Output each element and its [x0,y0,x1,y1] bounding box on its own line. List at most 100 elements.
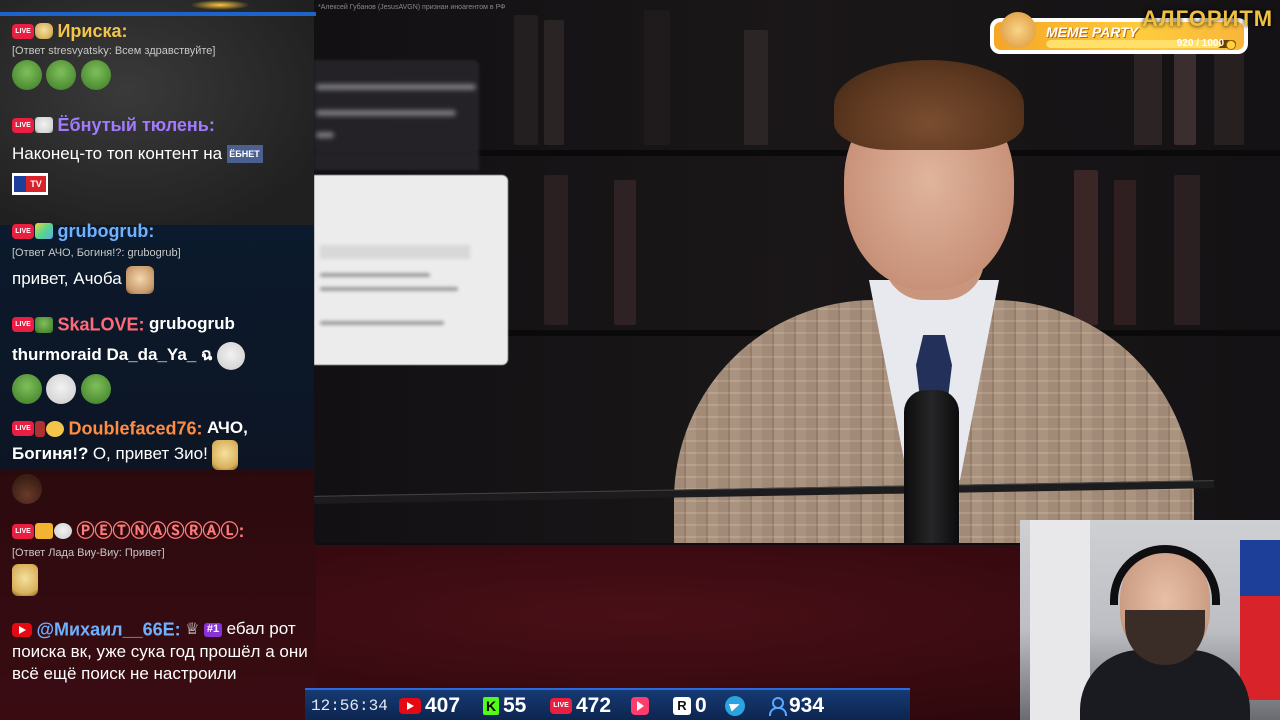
chat-reply: [Ответ Лада Виу-Виу: Привет] [12,546,165,559]
chat-reply: [Ответ АЧО, Богиня!?: grubogrub] [12,246,181,259]
kick-viewer-count: 55 [503,694,527,717]
blurred-text-line [316,132,334,138]
youtube-icon [399,698,421,714]
chat-message: LIVE Ириска: [Ответ stresvyatsky: Всем з… [12,20,308,91]
cat-icon [35,23,53,40]
chat-nick[interactable]: Doublefaced76: [68,419,202,439]
bottle-icon [35,420,45,437]
youtube-viewer-count: 407 [425,694,461,717]
frog-emote-icon [12,374,42,405]
chat-text: thurmoraid Da_da_Ya_ ฉ [12,345,213,365]
chat-nick[interactable]: ⓅⒺⓉⓃⒶⓈⓇⒶⓁ: [76,521,244,541]
chat-nick[interactable]: Ириска: [57,21,127,41]
frog-emote-icon [80,60,111,91]
rank-badge: #1 [203,622,223,637]
vk-viewers: LIVE 472 [550,694,611,718]
rutube-viewers: R 0 [673,694,707,718]
total-viewers: 934 [767,694,824,718]
play-icon [631,697,649,715]
chat-message: @Михаил__66E: ♕ #1 ебал рот поиска вк, у… [12,618,308,685]
book [544,175,568,325]
video-player[interactable]: *Алексей Губанов (JesusAVGN) признан ино… [314,0,1280,543]
skull-icon [54,523,72,540]
smile-icon [46,420,64,437]
cat-emote-icon [212,440,239,471]
doge-icon [1000,12,1036,48]
vk-viewer-count: 472 [576,694,612,717]
foreign-agent-notice: *Алексей Губанов (JesusAVGN) признан ино… [318,4,506,11]
rainbow-icon [35,223,53,240]
blurred-card [314,60,479,170]
vk-live-badge: LIVE [12,523,34,539]
santa-emote-icon [12,474,42,505]
wojak-emote-icon [217,342,245,371]
total-viewer-count: 934 [789,694,825,717]
presenter [314,30,1215,543]
seal-icon [35,117,53,134]
book [544,20,564,145]
blurred-text-line [320,245,470,259]
headset-icon [1110,545,1220,605]
vk-live-badge: LIVE [12,23,34,39]
streamer [1080,540,1250,720]
telegram-icon [725,696,745,716]
telegram-item [725,694,745,718]
vk-live-badge: LIVE [12,223,34,239]
vk-live-badge: LIVE [12,317,34,333]
chat-mention: grubogrub [148,314,235,333]
chat-message: LIVE Doublefaced76: АЧО, Богиня!? О, при… [12,417,308,505]
chat-nick[interactable]: @Михаил__66E: [36,620,180,640]
frog-emote-icon [12,60,42,91]
mtv-emote-icon: TV [12,172,48,195]
blurred-text-line [320,273,430,277]
beer-icon [35,523,53,540]
book [514,15,538,145]
book [614,180,636,325]
frog-emote-icon [80,374,111,405]
chat-text: О, привет Зио! [92,444,208,464]
blurred-text-line [316,84,476,90]
microphone [904,390,959,543]
youtube-viewers: 407 [399,694,460,718]
frog-icon [35,316,53,333]
ebnet-emote: ЁБНЕТ [226,145,263,164]
kick-viewers: K 55 [483,694,526,718]
blurred-text-line [316,110,456,116]
user-icon [767,696,787,716]
blurred-white-card [314,175,508,365]
blurred-text-line [320,321,444,325]
chat-message: LIVE grubogrub: [Ответ АЧО, Богиня!?: gr… [12,220,308,295]
wojak-emote-icon [46,374,77,405]
blurred-text-line [320,287,458,291]
streamer-webcam [1020,520,1280,720]
chat-reply: [Ответ stresvyatsky: Всем здравствуйте] [12,44,216,57]
chat-text: привет, Ачоба [12,269,122,289]
chat-message: LIVE ⓅⒺⓉⓃⒶⓈⓇⒶⓁ: [Ответ Лада Виу-Виу: При… [12,520,308,597]
vk-live-badge: LIVE [12,117,34,133]
rutube-icon: R [673,697,691,715]
chat-message: LIVE SkaLOVE: grubogrub thurmoraid Da_da… [12,313,308,405]
algorithm-logo: АЛГОРИТМ [1142,6,1274,31]
vk-live-badge: LIVE [12,421,34,437]
crown-icon: ♕ [185,620,200,638]
stream-time-value: 12:56:34 [311,697,388,715]
chat-nick[interactable]: grubogrub: [57,221,154,241]
presenter-hair [834,60,1024,150]
chat-nick[interactable]: SkaLOVE: [57,315,144,335]
meme-party-title: MEME PARTY [1046,24,1139,40]
chat-panel[interactable]: LIVE Ириска: [Ответ stresvyatsky: Всем з… [0,0,316,720]
youtube-badge-icon [12,622,32,637]
meme-party-count: 920 / 1000 [1176,38,1224,49]
chat-nick[interactable]: Ёбнутый тюлень: [57,115,214,135]
cat-emote-icon [12,564,38,597]
play-icon-item [631,694,649,718]
rutube-viewer-count: 0 [695,694,707,717]
coin-icon [1226,40,1236,50]
vk-live-icon: LIVE [550,698,572,714]
kick-icon: K [483,697,499,715]
chat-text: Наконец-то топ контент на [12,143,223,163]
mtv-label: TV [26,175,46,192]
chat-message: LIVE Ёбнутый тюлень: Наконец-то топ конт… [12,114,308,195]
stream-time: 12:56:34 [311,694,388,718]
frog-emote-icon [46,60,77,91]
